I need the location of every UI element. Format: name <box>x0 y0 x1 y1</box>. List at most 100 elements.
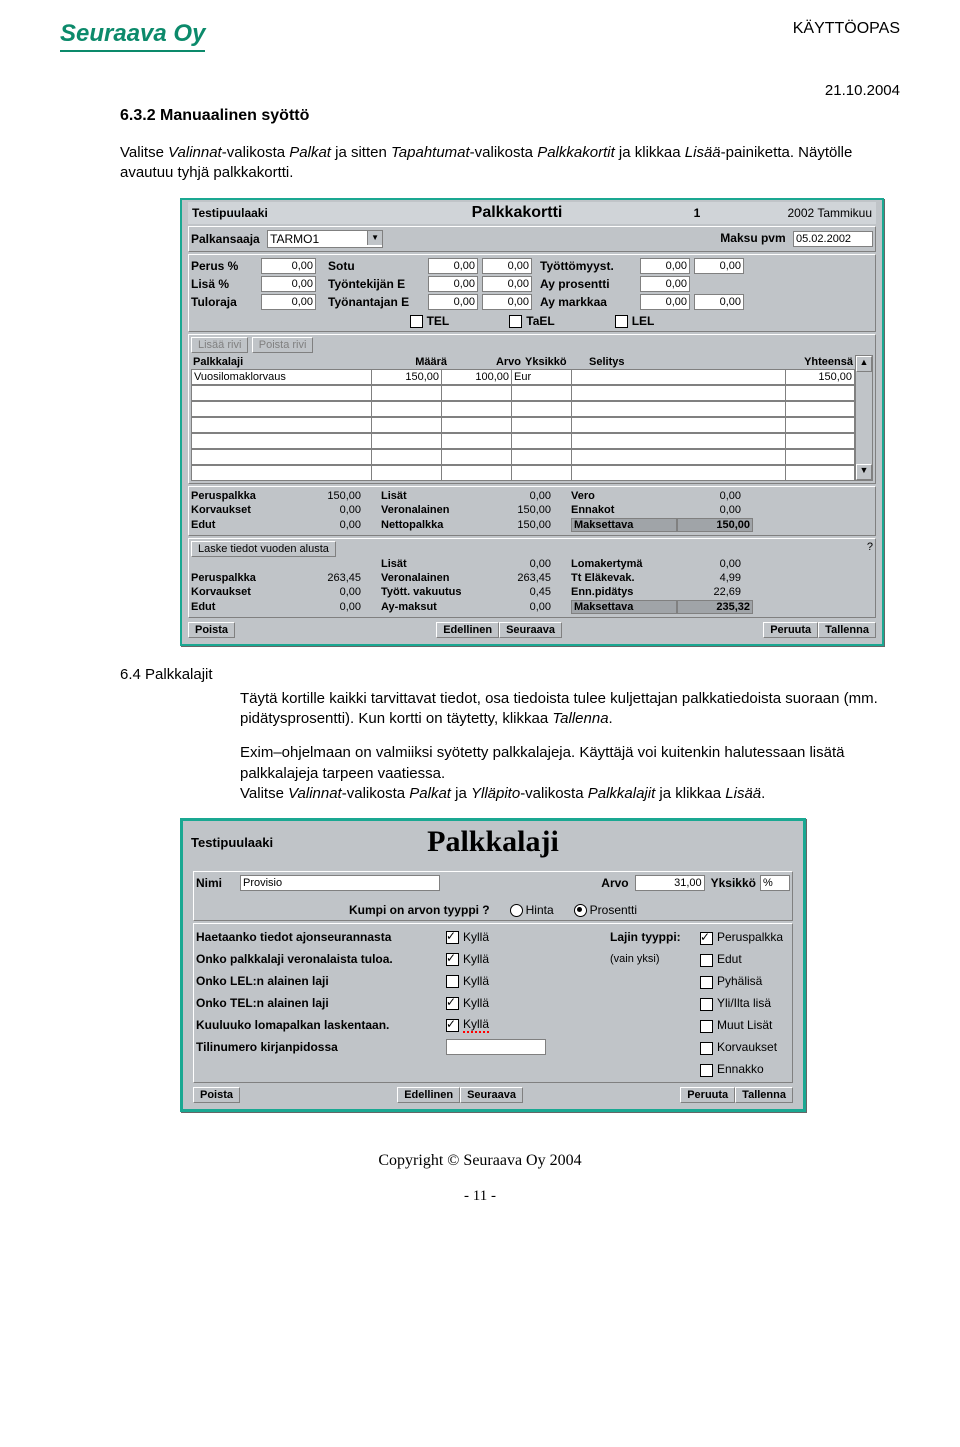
poista-button-2[interactable]: Poista <box>193 1087 240 1103</box>
tel-checkbox[interactable] <box>410 315 423 328</box>
chevron-down-icon[interactable]: ▼ <box>367 231 382 245</box>
vain-yksi-label: (vain yksi) <box>610 953 700 965</box>
cell-yht[interactable]: 150,00 <box>785 369 855 385</box>
kylla-label: Kyllä <box>463 952 489 966</box>
poista-rivi-button[interactable]: Poista rivi <box>252 337 314 353</box>
kylla-label: Kyllä <box>463 996 489 1010</box>
question-label: Kuuluuko lomapalkan laskentaan. <box>196 1018 446 1032</box>
question-checkbox[interactable] <box>446 1019 459 1032</box>
table-row[interactable] <box>191 465 855 481</box>
palkansaaja-select[interactable]: TARMO1 ▼ <box>267 230 383 248</box>
seuraava-button[interactable]: Seuraava <box>499 622 562 638</box>
poista-button[interactable]: Poista <box>188 622 235 638</box>
type-label: Korvaukset <box>717 1040 777 1054</box>
type-checkbox[interactable] <box>700 976 713 989</box>
sum-label: Lomakertymä <box>571 558 671 570</box>
type-label: Pyhälisä <box>717 974 762 988</box>
prosentti-radio[interactable] <box>574 904 587 917</box>
peruuta-button[interactable]: Peruuta <box>763 622 818 638</box>
sum-value: 235,32 <box>677 600 753 614</box>
cell-laji[interactable]: Vuosilomaklorvaus <box>191 369 371 385</box>
row-input[interactable]: 0,00 <box>482 294 532 310</box>
edellinen-button-2[interactable]: Edellinen <box>397 1087 460 1103</box>
scrollbar[interactable]: ▲ ▼ <box>855 355 873 481</box>
row-input[interactable]: 0,00 <box>261 294 316 310</box>
row-input[interactable]: 0,00 <box>261 258 316 274</box>
tallenna-button[interactable]: Tallenna <box>818 622 876 638</box>
peruuta-button-2[interactable]: Peruuta <box>680 1087 735 1103</box>
type-checkbox[interactable] <box>700 998 713 1011</box>
col-selitys: Selitys <box>587 355 781 369</box>
sum-value: 22,69 <box>671 586 741 598</box>
doc-type: KÄYTTÖOPAS <box>793 20 900 38</box>
yksikko-input[interactable]: % <box>760 875 790 891</box>
row-label: Työttömyyst. <box>540 259 640 273</box>
row-input[interactable]: 0,00 <box>428 294 478 310</box>
sum-value: 0,00 <box>481 490 551 502</box>
summary2-panel: Laske tiedot vuoden alusta ? Lisät0,00Lo… <box>188 538 876 618</box>
seuraava-button-2[interactable]: Seuraava <box>460 1087 523 1103</box>
cell-selitys[interactable] <box>571 369 785 385</box>
tilinumero-input[interactable] <box>446 1039 546 1055</box>
sum-value: 263,45 <box>481 572 551 584</box>
nimi-input[interactable]: Provisio <box>240 875 440 891</box>
sum-value: 0,00 <box>671 558 741 570</box>
hinta-radio[interactable] <box>510 904 523 917</box>
type-checkbox[interactable] <box>700 954 713 967</box>
row-input[interactable]: 0,00 <box>694 294 744 310</box>
table-row[interactable] <box>191 401 855 417</box>
sum-label: Korvaukset <box>191 586 291 598</box>
question-checkbox[interactable] <box>446 997 459 1010</box>
row-input[interactable]: 0,00 <box>428 276 478 292</box>
table-row[interactable] <box>191 449 855 465</box>
sum-value: 0,00 <box>291 519 361 531</box>
sum-label: Peruspalkka <box>191 572 291 584</box>
arvo-input[interactable]: 31,00 <box>635 875 705 891</box>
cell-arvo[interactable]: 100,00 <box>441 369 511 385</box>
row-input[interactable]: 0,00 <box>482 276 532 292</box>
maksu-pvm-input[interactable]: 05.02.2002 <box>793 231 873 247</box>
cell-maara[interactable]: 150,00 <box>371 369 441 385</box>
tallenna-button-2[interactable]: Tallenna <box>735 1087 793 1103</box>
cell-yks[interactable]: Eur <box>511 369 571 385</box>
scroll-up-icon[interactable]: ▲ <box>856 356 872 372</box>
sum-value: 0,00 <box>671 490 741 502</box>
scroll-down-icon[interactable]: ▼ <box>856 464 872 480</box>
question-checkbox[interactable] <box>446 931 459 944</box>
laske-button[interactable]: Laske tiedot vuoden alusta <box>191 541 336 557</box>
table-row[interactable]: Vuosilomaklorvaus 150,00 100,00 Eur 150,… <box>191 369 855 385</box>
company-label-2: Testipuulaaki <box>191 835 331 850</box>
sum-label: Ay-maksut <box>381 601 481 613</box>
sum-value: 0,45 <box>481 586 551 598</box>
row-input[interactable]: 0,00 <box>640 258 690 274</box>
palkansaaja-label: Palkansaaja <box>191 232 260 246</box>
row-input[interactable]: 0,00 <box>694 258 744 274</box>
arvo-label: Arvo <box>601 876 628 890</box>
type-checkbox[interactable] <box>700 932 713 945</box>
type-checkbox[interactable] <box>700 1020 713 1033</box>
tael-checkbox[interactable] <box>509 315 522 328</box>
tel-label: TEL <box>427 314 450 328</box>
type-checkbox[interactable] <box>700 1064 713 1077</box>
row-label: Ay markkaa <box>540 295 640 309</box>
row-input[interactable]: 0,00 <box>261 276 316 292</box>
edellinen-button[interactable]: Edellinen <box>436 622 499 638</box>
question-checkbox[interactable] <box>446 975 459 988</box>
type-checkbox[interactable] <box>700 1042 713 1055</box>
table-row[interactable] <box>191 417 855 433</box>
sum-label: Maksettava <box>571 518 677 532</box>
question-checkbox[interactable] <box>446 953 459 966</box>
row-input[interactable]: 0,00 <box>428 258 478 274</box>
nimi-label: Nimi <box>196 876 240 890</box>
table-row[interactable] <box>191 385 855 401</box>
row-input[interactable]: 0,00 <box>640 294 690 310</box>
row-input[interactable]: 0,00 <box>482 258 532 274</box>
table-row[interactable] <box>191 433 855 449</box>
lisaa-rivi-button[interactable]: Lisää rivi <box>191 337 248 353</box>
percentages-panel: Perus %0,00Sotu0,000,00Työttömyyst.0,000… <box>188 254 876 332</box>
row-input[interactable]: 0,00 <box>640 276 690 292</box>
question-label: Tilinumero kirjanpidossa <box>196 1040 446 1054</box>
lel-checkbox[interactable] <box>615 315 628 328</box>
sum-label: Nettopalkka <box>381 519 481 531</box>
prosentti-label: Prosentti <box>590 903 637 917</box>
